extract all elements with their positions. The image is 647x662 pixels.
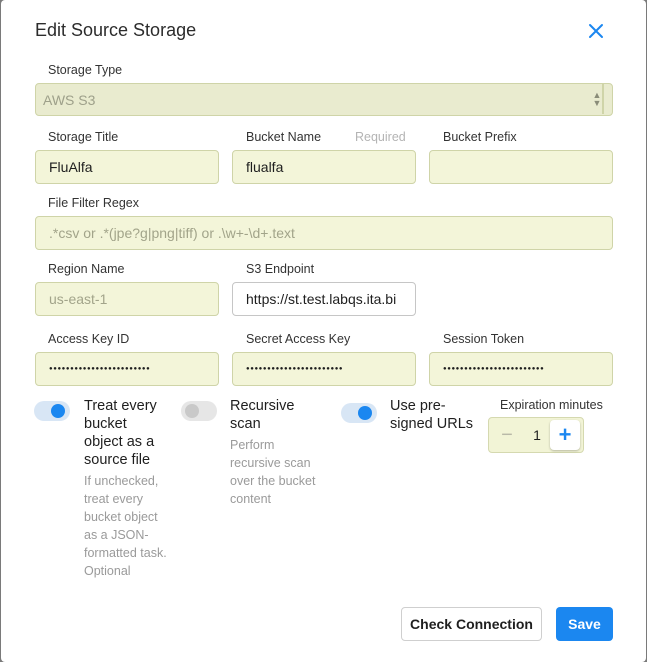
edit-source-storage-dialog: Edit Source Storage Storage Type AWS S3 … — [1, 0, 646, 662]
toggle-knob — [358, 406, 372, 420]
session-token-value: ●●●●●●●●●●●●●●●●●●●●●●●● — [443, 366, 545, 372]
secret-access-key-label: Secret Access Key — [246, 332, 351, 346]
storage-title-value: FluAlfa — [49, 159, 93, 175]
recursive-scan-desc-line: Perform — [230, 438, 275, 452]
treat-as-source-desc-line: formatted task. — [84, 546, 167, 560]
presigned-urls-toggle[interactable] — [341, 403, 377, 423]
storage-title-label: Storage Title — [48, 130, 119, 144]
recursive-scan-desc-line: over the bucket — [230, 474, 316, 488]
recursive-scan-desc-line: recursive scan — [230, 456, 311, 470]
select-arrows-icon: ▲ ▼ — [592, 90, 602, 108]
save-button[interactable]: Save — [556, 607, 613, 641]
region-name-label: Region Name — [48, 262, 125, 276]
s3-endpoint-value: https://st.test.labqs.ita.bi — [246, 291, 397, 307]
region-name-placeholder: us-east-1 — [49, 291, 108, 307]
check-connection-button[interactable]: Check Connection — [401, 607, 542, 641]
bucket-prefix-input[interactable] — [429, 150, 613, 184]
presigned-urls-title-line: signed URLs — [390, 416, 474, 432]
recursive-scan-title-line: Recursive — [230, 398, 295, 414]
treat-as-source-desc-line: If unchecked, — [84, 474, 159, 488]
expiration-minutes-value[interactable]: 1 — [527, 418, 547, 452]
recursive-scan-toggle[interactable] — [181, 401, 217, 421]
treat-as-source-description: If unchecked, treat every bucket object … — [84, 472, 167, 580]
treat-as-source-desc-line: Optional — [84, 564, 131, 578]
treat-as-source-desc-line: bucket object — [84, 510, 158, 524]
treat-as-source-desc-line: as a JSON- — [84, 528, 149, 542]
close-icon[interactable] — [585, 20, 607, 42]
treat-as-source-title-line: source file — [84, 452, 151, 468]
access-key-id-label: Access Key ID — [48, 332, 130, 346]
recursive-scan-description: Perform recursive scan over the bucket c… — [230, 436, 315, 508]
increment-button[interactable]: + — [550, 420, 580, 450]
storage-type-select[interactable]: AWS S3 ▲ ▼ — [35, 83, 613, 116]
file-filter-regex-input[interactable]: .*csv or .*(jpe?g|png|tiff) or .\w+-\d+.… — [35, 216, 613, 250]
treat-as-source-title-line: object as a — [84, 434, 155, 450]
region-name-input[interactable]: us-east-1 — [35, 282, 219, 316]
s3-endpoint-label: S3 Endpoint — [246, 262, 315, 276]
secret-access-key-value: ●●●●●●●●●●●●●●●●●●●●●●● — [246, 366, 344, 372]
toggle-knob — [185, 404, 199, 418]
file-filter-regex-placeholder: .*csv or .*(jpe?g|png|tiff) or .\w+-\d+.… — [49, 225, 295, 241]
decrement-button[interactable]: − — [493, 421, 521, 449]
storage-type-value: AWS S3 — [43, 91, 96, 108]
presigned-urls-title-line: Use pre- — [390, 398, 446, 414]
secret-access-key-input[interactable]: ●●●●●●●●●●●●●●●●●●●●●●● — [232, 352, 416, 386]
dialog-title: Edit Source Storage — [35, 20, 197, 40]
bucket-name-required-hint: Required — [355, 130, 406, 144]
bucket-prefix-label: Bucket Prefix — [443, 130, 517, 144]
s3-endpoint-input[interactable]: https://st.test.labqs.ita.bi — [232, 282, 416, 316]
treat-as-source-desc-line: treat every — [84, 492, 144, 506]
bucket-name-input[interactable]: flualfa — [232, 150, 416, 184]
bucket-name-value: flualfa — [246, 159, 284, 175]
recursive-scan-title-line: scan — [230, 416, 261, 432]
access-key-id-input[interactable]: ●●●●●●●●●●●●●●●●●●●●●●●● — [35, 352, 219, 386]
treat-as-source-title: Treat every bucket object as a source fi… — [84, 397, 157, 469]
recursive-scan-title: Recursive scan — [230, 397, 294, 433]
treat-as-source-toggle[interactable] — [34, 401, 70, 421]
select-divider — [602, 84, 604, 114]
session-token-input[interactable]: ●●●●●●●●●●●●●●●●●●●●●●●● — [429, 352, 613, 386]
storage-type-label: Storage Type — [48, 63, 123, 77]
toggle-knob — [51, 404, 65, 418]
file-filter-regex-label: File Filter Regex — [48, 196, 139, 210]
bucket-name-label: Bucket Name — [246, 130, 322, 144]
treat-as-source-title-line: Treat every — [84, 398, 157, 414]
treat-as-source-title-line: bucket — [84, 416, 127, 432]
recursive-scan-desc-line: content — [230, 492, 272, 506]
presigned-urls-title: Use pre- signed URLs — [390, 397, 473, 433]
storage-title-input[interactable]: FluAlfa — [35, 150, 219, 184]
expiration-minutes-label: Expiration minutes — [500, 398, 603, 412]
access-key-id-value: ●●●●●●●●●●●●●●●●●●●●●●●● — [49, 366, 151, 372]
expiration-minutes-stepper: − 1 + — [488, 417, 584, 453]
session-token-label: Session Token — [443, 332, 525, 346]
